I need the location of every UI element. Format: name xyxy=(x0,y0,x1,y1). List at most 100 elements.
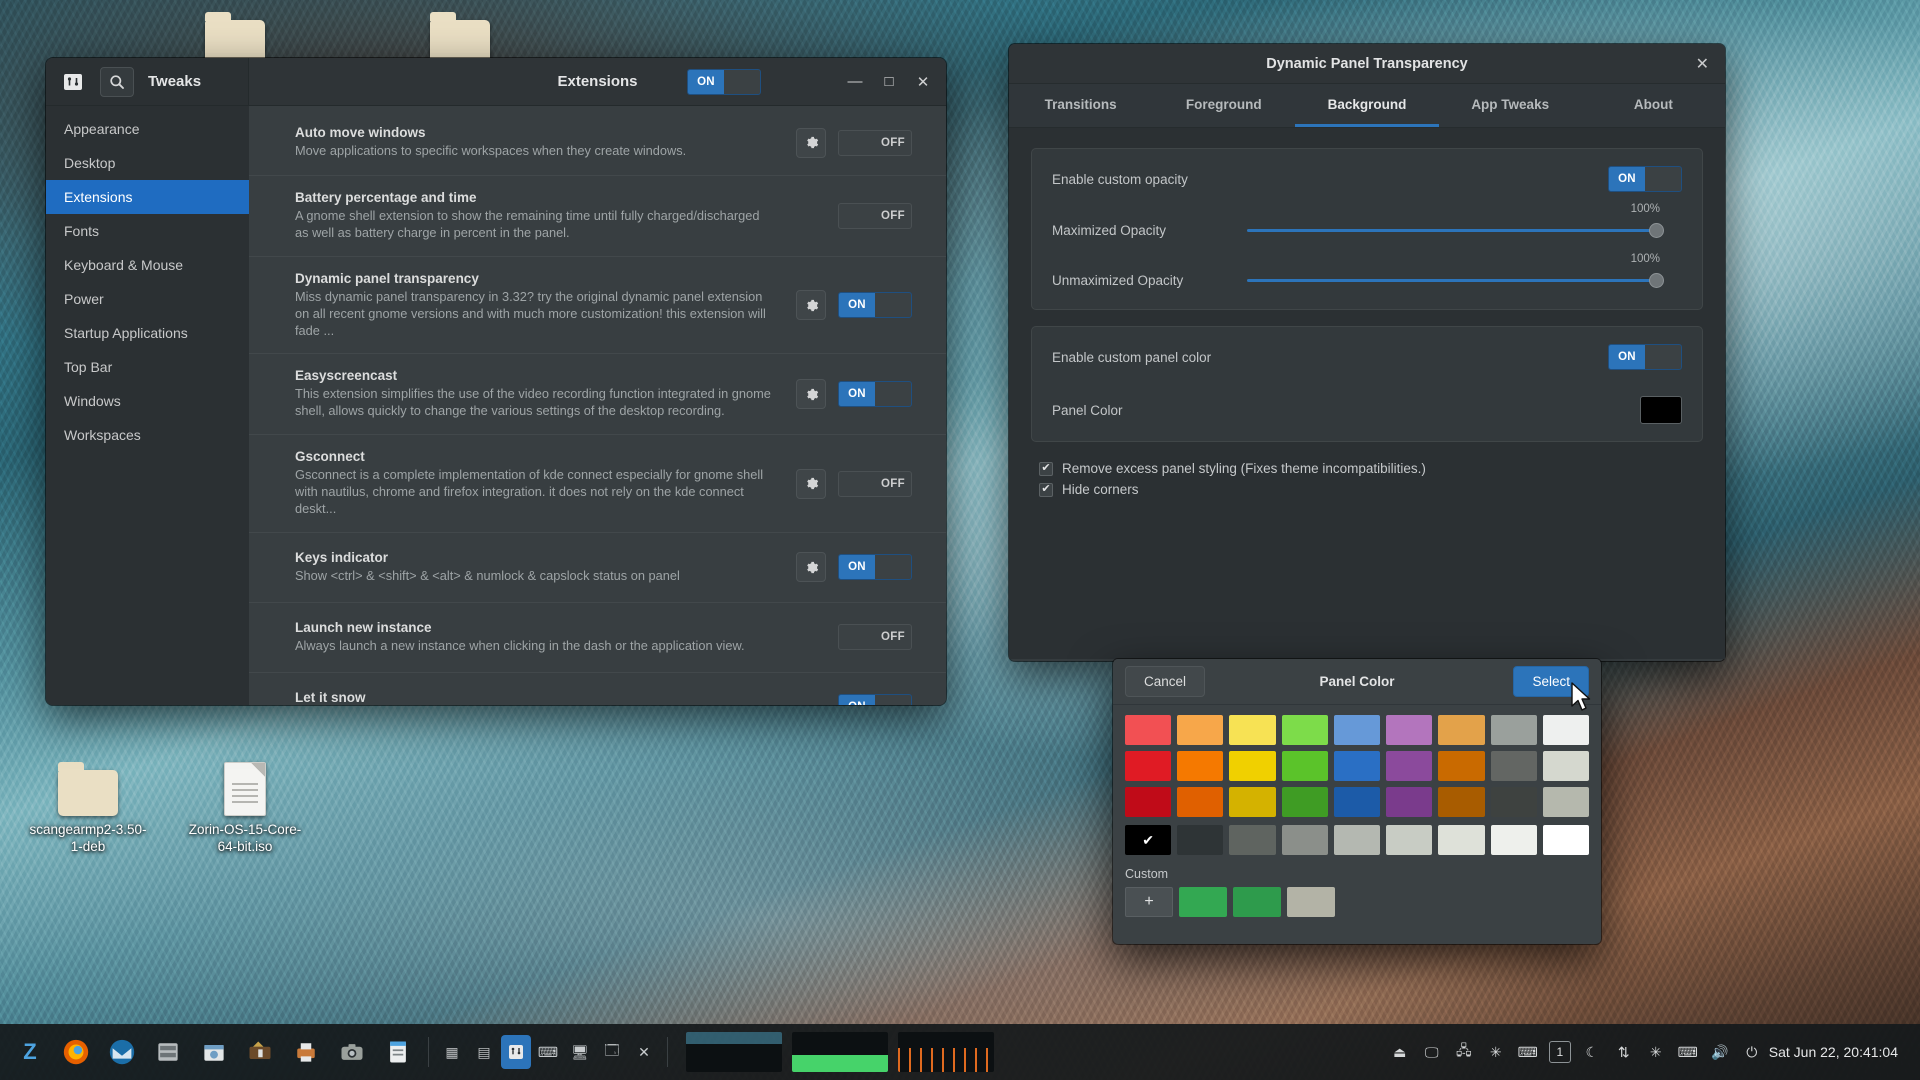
sidebar-item-workspaces[interactable]: Workspaces xyxy=(46,418,249,452)
firefox-icon[interactable] xyxy=(54,1030,98,1074)
color-swatch[interactable] xyxy=(1177,787,1223,817)
tab-about[interactable]: About xyxy=(1582,84,1725,127)
gear-icon[interactable] xyxy=(796,552,826,582)
custom-color-swatch[interactable] xyxy=(1179,887,1227,917)
color-swatch[interactable] xyxy=(1334,715,1380,745)
gear-icon[interactable] xyxy=(796,469,826,499)
color-swatch[interactable] xyxy=(1282,751,1328,781)
grid-view-icon[interactable]: ▦ xyxy=(437,1035,467,1069)
color-swatch[interactable] xyxy=(1229,715,1275,745)
dynamic-panel-transparency-window[interactable]: Dynamic Panel Transparency ✕ Transitions… xyxy=(1009,44,1725,661)
color-swatch[interactable] xyxy=(1177,715,1223,745)
color-swatch[interactable] xyxy=(1438,751,1484,781)
close-icon[interactable]: ✕ xyxy=(1696,54,1709,74)
color-swatch[interactable] xyxy=(1282,825,1328,855)
color-swatch[interactable] xyxy=(1386,787,1432,817)
minimize-button[interactable]: — xyxy=(846,73,864,90)
volume-icon[interactable]: 🔊 xyxy=(1705,1035,1735,1069)
color-swatch[interactable] xyxy=(1491,825,1537,855)
tab-app-tweaks[interactable]: App Tweaks xyxy=(1439,84,1582,127)
zorin-menu-icon[interactable]: Z xyxy=(8,1030,52,1074)
color-swatch[interactable] xyxy=(1386,751,1432,781)
color-swatch[interactable] xyxy=(1334,787,1380,817)
list-item[interactable]: Gsconnect Gsconnect is a complete implem… xyxy=(249,435,946,533)
slider-thumb[interactable] xyxy=(1649,273,1664,288)
software-store-icon[interactable] xyxy=(192,1030,236,1074)
color-swatch[interactable] xyxy=(1282,787,1328,817)
extensions-master-toggle[interactable]: ON OFF xyxy=(687,69,761,95)
color-swatch[interactable] xyxy=(1229,787,1275,817)
color-swatch[interactable] xyxy=(1229,825,1275,855)
x-app-icon[interactable]: ✕ xyxy=(629,1035,659,1069)
color-swatch[interactable] xyxy=(1438,787,1484,817)
gear-icon[interactable] xyxy=(796,290,826,320)
unmaximized-opacity-slider[interactable] xyxy=(1247,271,1662,289)
printer-icon[interactable] xyxy=(284,1030,328,1074)
usb-icon[interactable]: ⌨ xyxy=(533,1035,563,1069)
slider-thumb[interactable] xyxy=(1649,223,1664,238)
files-icon[interactable] xyxy=(146,1030,190,1074)
color-swatch[interactable] xyxy=(1543,825,1589,855)
mem-monitor[interactable]: mem xyxy=(792,1032,888,1072)
input-method-icon[interactable]: ⌨ xyxy=(1673,1035,1703,1069)
add-custom-color-button[interactable]: + xyxy=(1125,887,1173,917)
hide-corners-checkbox-row[interactable]: ✔ Hide corners xyxy=(1031,479,1703,500)
color-swatch[interactable] xyxy=(1386,825,1432,855)
remove-excess-panel-styling-checkbox-row[interactable]: ✔ Remove excess panel styling (Fixes the… xyxy=(1031,458,1703,479)
sidebar-item-windows[interactable]: Windows xyxy=(46,384,249,418)
extension-toggle[interactable]: ON OFF xyxy=(838,471,912,497)
power-icon[interactable]: ⏻ xyxy=(1737,1035,1767,1069)
color-swatch[interactable] xyxy=(1438,715,1484,745)
color-swatch[interactable] xyxy=(1491,787,1537,817)
list-item[interactable]: Dynamic panel transparency Miss dynamic … xyxy=(249,257,946,355)
network-icon[interactable]: 🖧 xyxy=(1449,1035,1479,1069)
document-editor-icon[interactable] xyxy=(376,1030,420,1074)
screenshot-icon[interactable] xyxy=(330,1030,374,1074)
bluetooth-status-icon[interactable]: ✳ xyxy=(1641,1035,1671,1069)
sidebar-item-appearance[interactable]: Appearance xyxy=(46,112,249,146)
bluetooth-icon[interactable]: ✳ xyxy=(1481,1035,1511,1069)
enable-custom-panel-color-toggle[interactable]: ON xyxy=(1608,344,1682,370)
window-icon[interactable]: 🗔 xyxy=(597,1035,627,1069)
color-swatch[interactable] xyxy=(1543,787,1589,817)
tweaks-window[interactable]: Tweaks Extensions ON OFF — □ ✕ Appearanc… xyxy=(46,58,946,705)
sidebar-item-startup-applications[interactable]: Startup Applications xyxy=(46,316,249,350)
list-item[interactable]: Launch new instance Always launch a new … xyxy=(249,603,946,673)
color-swatch[interactable] xyxy=(1543,751,1589,781)
extension-toggle[interactable]: ON OFF xyxy=(838,554,912,580)
night-light-icon[interactable]: ☾ xyxy=(1577,1035,1607,1069)
tweaks-tray-icon[interactable] xyxy=(501,1035,531,1069)
extension-toggle[interactable]: ON OFF xyxy=(838,130,912,156)
tab-background[interactable]: Background xyxy=(1295,84,1438,127)
list-item[interactable]: Keys indicator Show <ctrl> & <shift> & <… xyxy=(249,533,946,603)
color-swatch[interactable] xyxy=(1229,751,1275,781)
thunderbird-icon[interactable] xyxy=(100,1030,144,1074)
list-item[interactable]: Auto move windows Move applications to s… xyxy=(249,106,946,176)
tools-icon[interactable] xyxy=(238,1030,282,1074)
desktop-icon-scangearmp2[interactable]: scangearmp2-3.50-1-deb xyxy=(28,770,148,856)
color-swatch[interactable] xyxy=(1386,715,1432,745)
tab-foreground[interactable]: Foreground xyxy=(1152,84,1295,127)
taskbar[interactable]: Z ▦ ▤ ⌨ 🖥 🗔 ✕ cpu mem xyxy=(0,1024,1920,1080)
enable-custom-opacity-toggle[interactable]: ON xyxy=(1608,166,1682,192)
checkbox-icon[interactable]: ✔ xyxy=(1039,483,1053,497)
sidebar-item-fonts[interactable]: Fonts xyxy=(46,214,249,248)
gear-icon[interactable] xyxy=(796,128,826,158)
net-monitor[interactable]: net xyxy=(898,1032,994,1072)
panel-color-swatch-button[interactable] xyxy=(1640,396,1682,424)
sidebar-item-power[interactable]: Power xyxy=(46,282,249,316)
clock[interactable]: Sat Jun 22, 20:41:04 xyxy=(1769,1044,1912,1060)
maximize-button[interactable]: □ xyxy=(880,73,898,90)
list-view-icon[interactable]: ▤ xyxy=(469,1035,499,1069)
desktop-icon-zorin-iso[interactable]: Zorin-OS-15-Core-64-bit.iso xyxy=(185,762,305,856)
extension-toggle[interactable]: ON OFF xyxy=(838,292,912,318)
sidebar-item-extensions[interactable]: Extensions xyxy=(46,180,249,214)
custom-color-swatch[interactable] xyxy=(1233,887,1281,917)
sidebar-item-desktop[interactable]: Desktop xyxy=(46,146,249,180)
keyboard-layout-icon[interactable]: ⌨ xyxy=(1513,1035,1543,1069)
color-swatch[interactable] xyxy=(1334,825,1380,855)
color-swatch[interactable] xyxy=(1177,825,1223,855)
sidebar-item-keyboard-mouse[interactable]: Keyboard & Mouse xyxy=(46,248,249,282)
select-button[interactable]: Select xyxy=(1513,666,1589,697)
color-swatch[interactable] xyxy=(1282,715,1328,745)
